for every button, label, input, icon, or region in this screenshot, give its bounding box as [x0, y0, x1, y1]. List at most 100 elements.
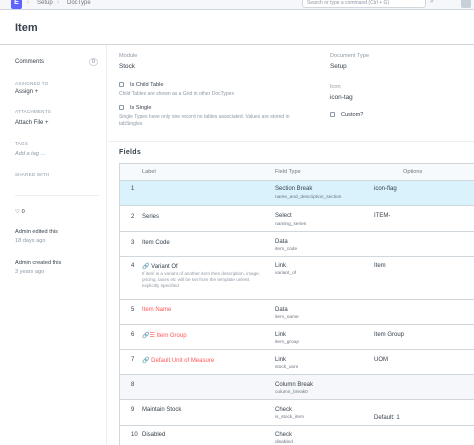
- row-index: 8: [131, 382, 135, 388]
- grid-row[interactable]: 9 Maintain Stock Check is_stock_item Def…: [120, 400, 474, 426]
- grid-row[interactable]: 1 Section Break name_and_description_sec…: [120, 181, 474, 206]
- attachments-label: ATTACHMENTS: [15, 109, 51, 114]
- document-type-value[interactable]: Setup: [330, 63, 347, 70]
- header-options: Options: [403, 169, 423, 175]
- user-avatar[interactable]: [461, 0, 471, 8]
- row-options: Item: [374, 263, 386, 269]
- row-field-type: Section Break: [275, 186, 313, 192]
- grid-row[interactable]: 8 Column Break column_break0: [120, 375, 474, 400]
- likes-count[interactable]: ♡ 0: [15, 209, 25, 215]
- row-index: 9: [131, 407, 135, 413]
- row-index: 3: [131, 240, 135, 246]
- row-label: Series: [142, 214, 160, 220]
- row-fieldname: name_and_description_section: [275, 195, 342, 200]
- grid-row[interactable]: 4 🔗 Variant Of If item is a variant of a…: [120, 257, 474, 300]
- awesome-bar-input[interactable]: Search or type a command (Ctrl + G): [302, 0, 426, 8]
- row-label: Default Unit of Measure: [151, 358, 215, 364]
- row-options: icon-flag: [374, 186, 397, 192]
- app-logo[interactable]: E: [11, 0, 22, 9]
- row-index: 10: [131, 432, 138, 438]
- page-title: Item: [15, 22, 38, 34]
- breadcrumb-setup[interactable]: Setup: [37, 0, 53, 6]
- header-field-type: Field Type: [275, 169, 301, 175]
- row-label-wrap: 🔗☰ Item Group: [142, 332, 187, 339]
- assigned-to-label: ASSIGNED TO: [15, 81, 49, 86]
- edited-when-text: 18 days ago: [15, 238, 46, 244]
- breadcrumb-doctype[interactable]: DocType: [67, 0, 91, 6]
- grid-header: Label Field Type Options: [120, 164, 474, 181]
- is-single-help: Single Types have only one record no tab…: [119, 114, 290, 127]
- row-fieldname: disabled: [275, 440, 293, 445]
- document-type-label: Document Type: [330, 53, 370, 59]
- row-fieldname: item_name: [275, 315, 299, 320]
- grid-row[interactable]: 10 Disabled Check disabled: [120, 426, 474, 445]
- row-index: 5: [131, 307, 135, 313]
- row-field-type: Link: [275, 357, 287, 363]
- row-fieldname: stock_uom: [275, 365, 299, 370]
- row-field-type: Data: [275, 307, 288, 313]
- is-child-table-checkbox[interactable]: [119, 82, 124, 87]
- row-options: Default: 1: [374, 415, 400, 421]
- grid-row[interactable]: 6 🔗☰ Item Group Link item_group Item Gro…: [120, 325, 474, 350]
- section-divider: [108, 141, 474, 142]
- row-options: Item Group: [374, 332, 405, 338]
- comments-count-badge: 0: [89, 58, 98, 66]
- assign-button[interactable]: Assign +: [15, 89, 38, 95]
- row-field-type: Data: [275, 239, 288, 245]
- list-icon: ☰: [149, 333, 155, 339]
- row-fieldname: naming_series: [275, 222, 307, 227]
- navbar: E › Setup › DocType Search or type a com…: [0, 0, 474, 10]
- add-tag-input[interactable]: Add a tag ...: [15, 151, 45, 157]
- row-index: 1: [131, 186, 135, 192]
- row-label: Disabled: [142, 432, 166, 438]
- heart-icon: ♡: [15, 209, 21, 215]
- row-field-type: Check: [275, 407, 293, 413]
- row-fieldname: item_group: [275, 340, 299, 345]
- grid-row[interactable]: 3 Item Code Data item_code: [120, 232, 474, 257]
- is-single-label: Is Single: [130, 105, 152, 111]
- header-label: Label: [142, 169, 156, 175]
- row-fieldname: item_code: [275, 247, 298, 252]
- edited-by-text: Admin edited this: [15, 229, 58, 235]
- comments-link[interactable]: Comments: [15, 59, 44, 65]
- row-label: Maintain Stock: [142, 407, 182, 413]
- custom-checkbox[interactable]: [330, 112, 335, 117]
- row-fieldname: variant_of: [275, 271, 297, 276]
- row-options: UOM: [374, 357, 388, 363]
- created-when-text: 3 years ago: [15, 269, 45, 275]
- row-description: If item is a variant of another item the…: [142, 271, 260, 288]
- form-sidebar: Comments 0 ASSIGNED TO Assign + ATTACHME…: [0, 45, 107, 445]
- row-field-type: Column Break: [275, 382, 314, 388]
- row-field-type: Link: [275, 263, 287, 269]
- fields-section-title: Fields: [119, 149, 142, 156]
- row-options: ITEM-: [374, 213, 391, 219]
- row-index: 6: [131, 332, 135, 338]
- row-index: 4: [131, 263, 135, 269]
- row-fieldname: is_stock_item: [275, 415, 305, 420]
- is-child-table-label: Is Child Table: [130, 82, 164, 88]
- row-field-type: Select: [275, 213, 292, 219]
- grid-row[interactable]: 5 Item Name Data item_name: [120, 300, 474, 325]
- row-label: Item Code: [142, 240, 170, 246]
- row-label-wrap: 🔗 Default Unit of Measure: [142, 357, 214, 364]
- link-icon: 🔗: [142, 358, 150, 364]
- is-single-checkbox[interactable]: [119, 105, 124, 110]
- row-index: 2: [131, 214, 135, 220]
- fields-grid: Label Field Type Options 1 Section Break…: [119, 163, 474, 445]
- is-child-table-help: Child Tables are shown as a Grid in othe…: [119, 91, 234, 97]
- icon-value[interactable]: icon-tag: [330, 94, 353, 101]
- row-field-type: Check: [275, 432, 293, 438]
- grid-row[interactable]: 7 🔗 Default Unit of Measure Link stock_u…: [120, 350, 474, 375]
- tags-label: TAGS: [15, 141, 28, 146]
- attach-file-button[interactable]: Attach File +: [15, 120, 49, 126]
- search-icon[interactable]: ⌕: [430, 0, 434, 6]
- custom-label: Custom?: [341, 112, 364, 118]
- link-icon: 🔗: [142, 264, 150, 270]
- grid-row[interactable]: 2 Series Select naming_series ITEM-: [120, 206, 474, 232]
- chevron-right-icon: ›: [57, 0, 60, 6]
- sidebar-divider: [15, 195, 99, 196]
- module-value[interactable]: Stock: [119, 63, 135, 70]
- row-label: Item Group: [156, 333, 187, 339]
- chevron-right-icon: ›: [27, 0, 30, 6]
- row-index: 7: [131, 357, 135, 363]
